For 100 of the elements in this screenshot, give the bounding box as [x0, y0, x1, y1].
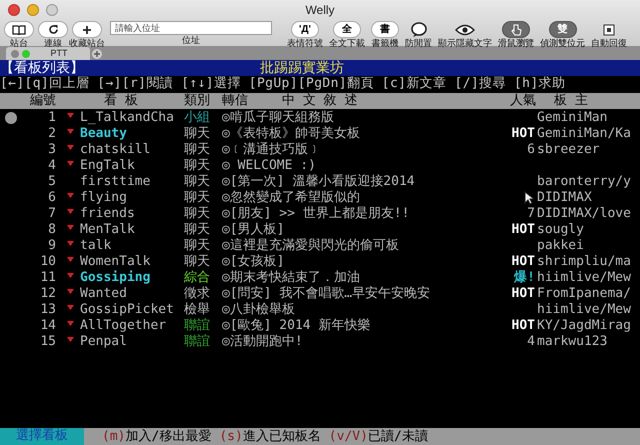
- board-category: 聊天: [184, 126, 211, 142]
- board-name[interactable]: talk: [80, 238, 184, 254]
- board-number: 10: [39, 254, 57, 270]
- board-category: 綜合: [184, 270, 211, 286]
- board-category: 聊天: [184, 158, 211, 174]
- board-description: ◎這裡是充滿愛與閃光的偷可板: [222, 238, 400, 254]
- square-icon[interactable]: [602, 22, 616, 36]
- board-category: 徵求: [184, 286, 211, 302]
- board-name[interactable]: WomenTalk: [80, 254, 184, 270]
- board-name[interactable]: EngTalk: [80, 158, 184, 174]
- close-window-button[interactable]: [8, 4, 20, 16]
- board-name[interactable]: L_TalkandCha: [80, 110, 184, 126]
- board-category: 檢舉: [184, 302, 211, 318]
- board-category: 聊天: [184, 206, 211, 222]
- column-header: 板 主: [553, 93, 589, 109]
- toggle-button[interactable]: 'Д': [291, 21, 319, 38]
- board-description: ◎八卦檢舉板: [222, 302, 296, 318]
- hint-label: 加入/移出最愛: [125, 428, 212, 444]
- board-name[interactable]: Beauty: [80, 126, 184, 142]
- board-name[interactable]: chatskill: [80, 142, 184, 158]
- refresh-button[interactable]: [38, 21, 68, 38]
- board-name[interactable]: Gossiping: [80, 270, 184, 286]
- board-number: 11: [39, 270, 57, 286]
- board-description: ◎[歐兔] 2014 新年快樂: [222, 318, 372, 334]
- moderator-name: sbreezer: [536, 142, 600, 158]
- board-category: 聊天: [184, 190, 211, 206]
- board-name[interactable]: Penpal: [80, 334, 184, 350]
- address-label: 位址: [182, 35, 200, 46]
- column-header: 人氣: [510, 93, 537, 109]
- board-name[interactable]: AllTogether: [80, 318, 184, 334]
- board-category: 聊天: [184, 142, 211, 158]
- popularity-label: 爆!: [512, 270, 535, 286]
- moderator-name: shrimpliu/ma: [536, 254, 631, 270]
- board-name[interactable]: MenTalk: [80, 222, 184, 238]
- board-number: 1: [47, 110, 57, 126]
- speech-bubble-icon[interactable]: [410, 22, 428, 38]
- board-description: ◎活動開跑中!: [222, 334, 304, 350]
- help-line: [←][q]回上層 [→][r]閱讀 [↑↓]選擇 [PgUp][PgDn]翻頁 [c]新文章 [/]搜尋 [h]求助: [0, 76, 566, 93]
- board-name[interactable]: GossipPicket: [80, 302, 184, 318]
- board-number: 4: [47, 158, 57, 174]
- board-number: 7: [47, 206, 57, 222]
- board-name[interactable]: Wanted: [80, 286, 184, 302]
- moderator-name: DIDIMAX: [536, 190, 592, 206]
- board-number: 5: [47, 174, 57, 190]
- toolbar-label: 收藏站台: [69, 38, 105, 49]
- moderator-name: hiimlive/Mew: [536, 270, 631, 286]
- popularity-label: HOT: [510, 318, 535, 334]
- board-number: 8: [47, 222, 57, 238]
- column-header: 轉信: [222, 93, 249, 109]
- board-description: ◎期末考快結束了．加油: [222, 270, 361, 286]
- plus-icon: [94, 51, 100, 57]
- hint-label: 已讀/未讀: [368, 428, 428, 444]
- moderator-name: baronterry/y: [536, 174, 631, 190]
- board-description: ◎﹝溝通技巧版﹞: [222, 142, 322, 158]
- moderator-name: markwu123: [536, 334, 608, 350]
- board-name[interactable]: firsttime: [80, 174, 184, 190]
- toolbar-label: 站台: [10, 38, 28, 49]
- tab-label: PTT: [50, 47, 68, 60]
- board-description: ◎[問安] 我不會唱歌…早安午安晚安: [222, 286, 432, 302]
- mouse-pointer-icon: [524, 191, 534, 205]
- board-number: 3: [47, 142, 57, 158]
- toggle-button[interactable]: [502, 21, 530, 38]
- hint-key: (m): [102, 428, 126, 444]
- toolbar-label: 全文下載: [329, 38, 365, 49]
- board-name[interactable]: flying: [80, 190, 184, 206]
- board-description: ◎[第一次] 溫馨小看版迎接2014: [222, 174, 416, 190]
- board-category: 聊天: [184, 174, 211, 190]
- plus-icon: [82, 24, 92, 34]
- toggle-button[interactable]: 雙: [548, 21, 576, 38]
- toolbar-label: 偵測雙位元: [540, 38, 585, 49]
- connected-status-icon: [22, 50, 30, 58]
- popularity-label: 7: [526, 206, 535, 222]
- column-header: 中 文 敘 述: [281, 93, 358, 109]
- moderator-name: FromIpanema/: [536, 286, 631, 302]
- connection-tab[interactable]: PTT: [6, 47, 90, 60]
- moderator-name: pakkei: [536, 238, 584, 254]
- board-number: 14: [39, 318, 57, 334]
- board-number: 13: [39, 302, 57, 318]
- moderator-name: sougly: [536, 222, 584, 238]
- column-header: 看 板: [103, 93, 139, 109]
- board-name[interactable]: friends: [80, 206, 184, 222]
- column-header: 類別: [184, 93, 211, 109]
- board-description: ◎ WELCOME :): [222, 158, 317, 174]
- toolbar-label: 防閒置: [405, 38, 432, 49]
- add-button[interactable]: [72, 21, 102, 38]
- eye-icon[interactable]: [455, 24, 475, 36]
- board-category: 聯誼: [184, 318, 211, 334]
- board-number: 15: [39, 334, 57, 350]
- toolbar-label: 滑鼠瀏覽: [498, 38, 534, 49]
- moderator-name: GeminiMan: [536, 110, 608, 126]
- board-description: ◎啃瓜子聊天組務版: [222, 110, 335, 126]
- popularity-label: HOT: [510, 126, 535, 142]
- sites-button[interactable]: [4, 21, 34, 38]
- board-description: ◎忽然變成了希望版似的: [222, 190, 361, 206]
- popularity-label: HOT: [510, 254, 535, 270]
- moderator-name: KY/JagdMirag: [536, 318, 631, 334]
- new-tab-button[interactable]: [92, 49, 102, 59]
- toggle-button[interactable]: 書: [371, 21, 399, 38]
- address-field[interactable]: 請輸入位址: [110, 21, 272, 35]
- toggle-button[interactable]: 全: [333, 21, 361, 38]
